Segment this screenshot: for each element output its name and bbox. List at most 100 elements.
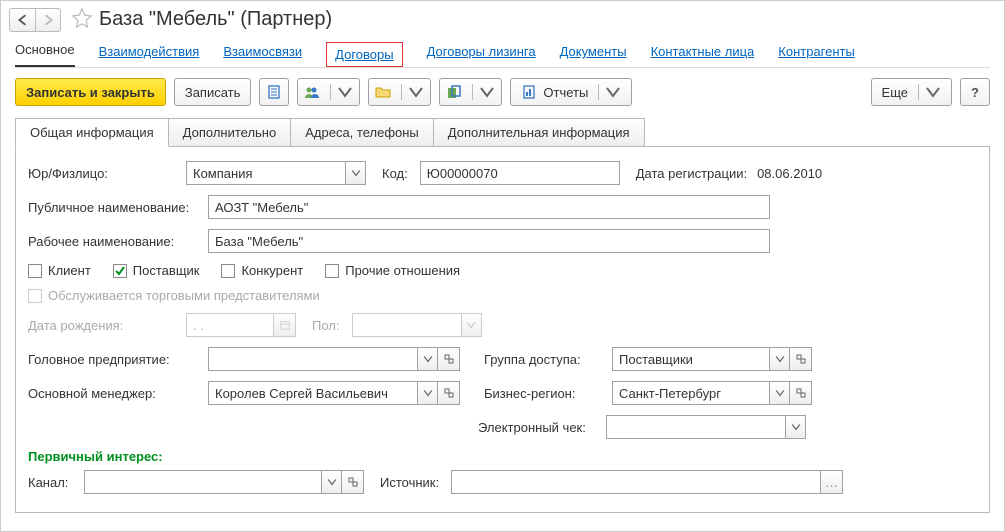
calendar-icon — [280, 320, 290, 330]
client-checkbox-label: Клиент — [48, 263, 91, 278]
chevron-down-icon — [775, 388, 785, 398]
save-label: Записать — [185, 85, 241, 100]
channel-label: Канал: — [28, 475, 78, 490]
code-field[interactable]: Ю00000070 — [420, 161, 620, 185]
reg-date-value: 08.06.2010 — [757, 166, 822, 181]
other-relations-checkbox[interactable]: Прочие отношения — [325, 263, 460, 278]
supplier-checkbox[interactable]: Поставщик — [113, 263, 200, 278]
birthdate-calendar-button — [274, 313, 296, 337]
chevron-down-icon — [351, 168, 361, 178]
tab-addresses[interactable]: Адреса, телефоны — [290, 118, 434, 147]
entity-type-label: Юр/Физлицо: — [28, 166, 180, 181]
birthdate-label: Дата рождения: — [28, 318, 180, 333]
reports-button[interactable]: Отчеты — [510, 78, 632, 106]
arrow-left-icon — [17, 14, 29, 26]
tab-more-info[interactable]: Дополнительная информация — [433, 118, 645, 147]
tab-general-info[interactable]: Общая информация — [15, 118, 169, 147]
tab-counterparties[interactable]: Контрагенты — [778, 44, 855, 67]
access-group-dropdown[interactable] — [770, 347, 790, 371]
chevron-down-icon — [327, 477, 337, 487]
biz-region-field[interactable]: Санкт-Петербург — [612, 381, 770, 405]
save-close-label: Записать и закрыть — [26, 85, 155, 100]
chevron-down-icon — [423, 388, 433, 398]
reg-date-label: Дата регистрации: — [636, 166, 747, 181]
competitor-checkbox-label: Конкурент — [241, 263, 303, 278]
chevron-down-icon — [337, 84, 353, 100]
help-button[interactable]: ? — [960, 78, 990, 106]
echeck-dropdown[interactable] — [786, 415, 806, 439]
open-icon — [444, 354, 454, 364]
tab-contracts[interactable]: Договоры — [326, 42, 402, 67]
main-manager-field[interactable]: Королев Сергей Васильевич — [208, 381, 418, 405]
form-body: Юр/Физлицо: Компания Код: Ю00000070 Дата… — [15, 146, 990, 513]
competitor-checkbox[interactable]: Конкурент — [221, 263, 303, 278]
main-manager-label: Основной менеджер: — [28, 386, 202, 401]
reports-icon — [521, 84, 537, 100]
tab-additional[interactable]: Дополнительно — [168, 118, 292, 147]
chevron-down-icon — [423, 354, 433, 364]
head-org-label: Головное предприятие: — [28, 352, 202, 367]
reports-label: Отчеты — [543, 85, 588, 100]
toolbar: Записать и закрыть Записать Отчеты Еще — [1, 78, 1004, 118]
biz-region-open[interactable] — [790, 381, 812, 405]
channel-open[interactable] — [342, 470, 364, 494]
public-name-label: Публичное наименование: — [28, 200, 202, 215]
chevron-down-icon — [479, 84, 495, 100]
source-label: Источник: — [380, 475, 439, 490]
echeck-field[interactable] — [606, 415, 786, 439]
document-icon — [266, 84, 282, 100]
chevron-down-icon — [925, 84, 941, 100]
working-name-field[interactable]: База "Мебель" — [208, 229, 770, 253]
tab-interactions[interactable]: Взаимодействия — [99, 44, 200, 67]
nav-forward-button[interactable] — [35, 8, 61, 32]
users-icon — [304, 84, 320, 100]
open-icon — [796, 354, 806, 364]
source-field[interactable] — [451, 470, 821, 494]
entity-type-field[interactable]: Компания — [186, 161, 346, 185]
code-label: Код: — [382, 166, 408, 181]
more-label: Еще — [882, 85, 908, 100]
open-icon — [796, 388, 806, 398]
check-icon — [114, 265, 126, 277]
folder-icon — [375, 84, 391, 100]
tab-leasing[interactable]: Договоры лизинга — [427, 44, 536, 67]
form-tabs: Общая информация Дополнительно Адреса, т… — [15, 118, 990, 147]
public-name-field[interactable]: АОЗТ "Мебель" — [208, 195, 770, 219]
tab-main[interactable]: Основное — [15, 42, 75, 67]
source-open[interactable]: … — [821, 470, 843, 494]
nav-back-button[interactable] — [9, 8, 35, 32]
copy-action-button[interactable] — [439, 78, 502, 106]
gender-label: Пол: — [312, 318, 340, 333]
channel-dropdown[interactable] — [322, 470, 342, 494]
biz-region-dropdown[interactable] — [770, 381, 790, 405]
channel-field[interactable] — [84, 470, 322, 494]
echeck-label: Электронный чек: — [478, 420, 600, 435]
save-button[interactable]: Записать — [174, 78, 252, 106]
access-group-field[interactable]: Поставщики — [612, 347, 770, 371]
save-close-button[interactable]: Записать и закрыть — [15, 78, 166, 106]
copy-icon — [446, 84, 462, 100]
more-button[interactable]: Еще — [871, 78, 952, 106]
chevron-down-icon — [605, 84, 621, 100]
section-tabs: Основное Взаимодействия Взаимосвязи Дого… — [1, 34, 1004, 67]
access-group-open[interactable] — [790, 347, 812, 371]
tab-relations[interactable]: Взаимосвязи — [223, 44, 302, 67]
head-org-open[interactable] — [438, 347, 460, 371]
main-manager-open[interactable] — [438, 381, 460, 405]
favorite-star-icon[interactable] — [71, 7, 93, 32]
document-action-button[interactable] — [259, 78, 289, 106]
tab-contacts[interactable]: Контактные лица — [651, 44, 755, 67]
client-checkbox[interactable]: Клиент — [28, 263, 91, 278]
users-action-button[interactable] — [297, 78, 360, 106]
main-manager-dropdown[interactable] — [418, 381, 438, 405]
access-group-label: Группа доступа: — [484, 352, 606, 367]
gender-dropdown — [462, 313, 482, 337]
gender-field — [352, 313, 462, 337]
folder-action-button[interactable] — [368, 78, 431, 106]
head-org-field[interactable] — [208, 347, 418, 371]
head-org-dropdown[interactable] — [418, 347, 438, 371]
open-icon — [444, 388, 454, 398]
birthdate-field: . . — [186, 313, 274, 337]
entity-type-dropdown[interactable] — [346, 161, 366, 185]
tab-documents[interactable]: Документы — [560, 44, 627, 67]
